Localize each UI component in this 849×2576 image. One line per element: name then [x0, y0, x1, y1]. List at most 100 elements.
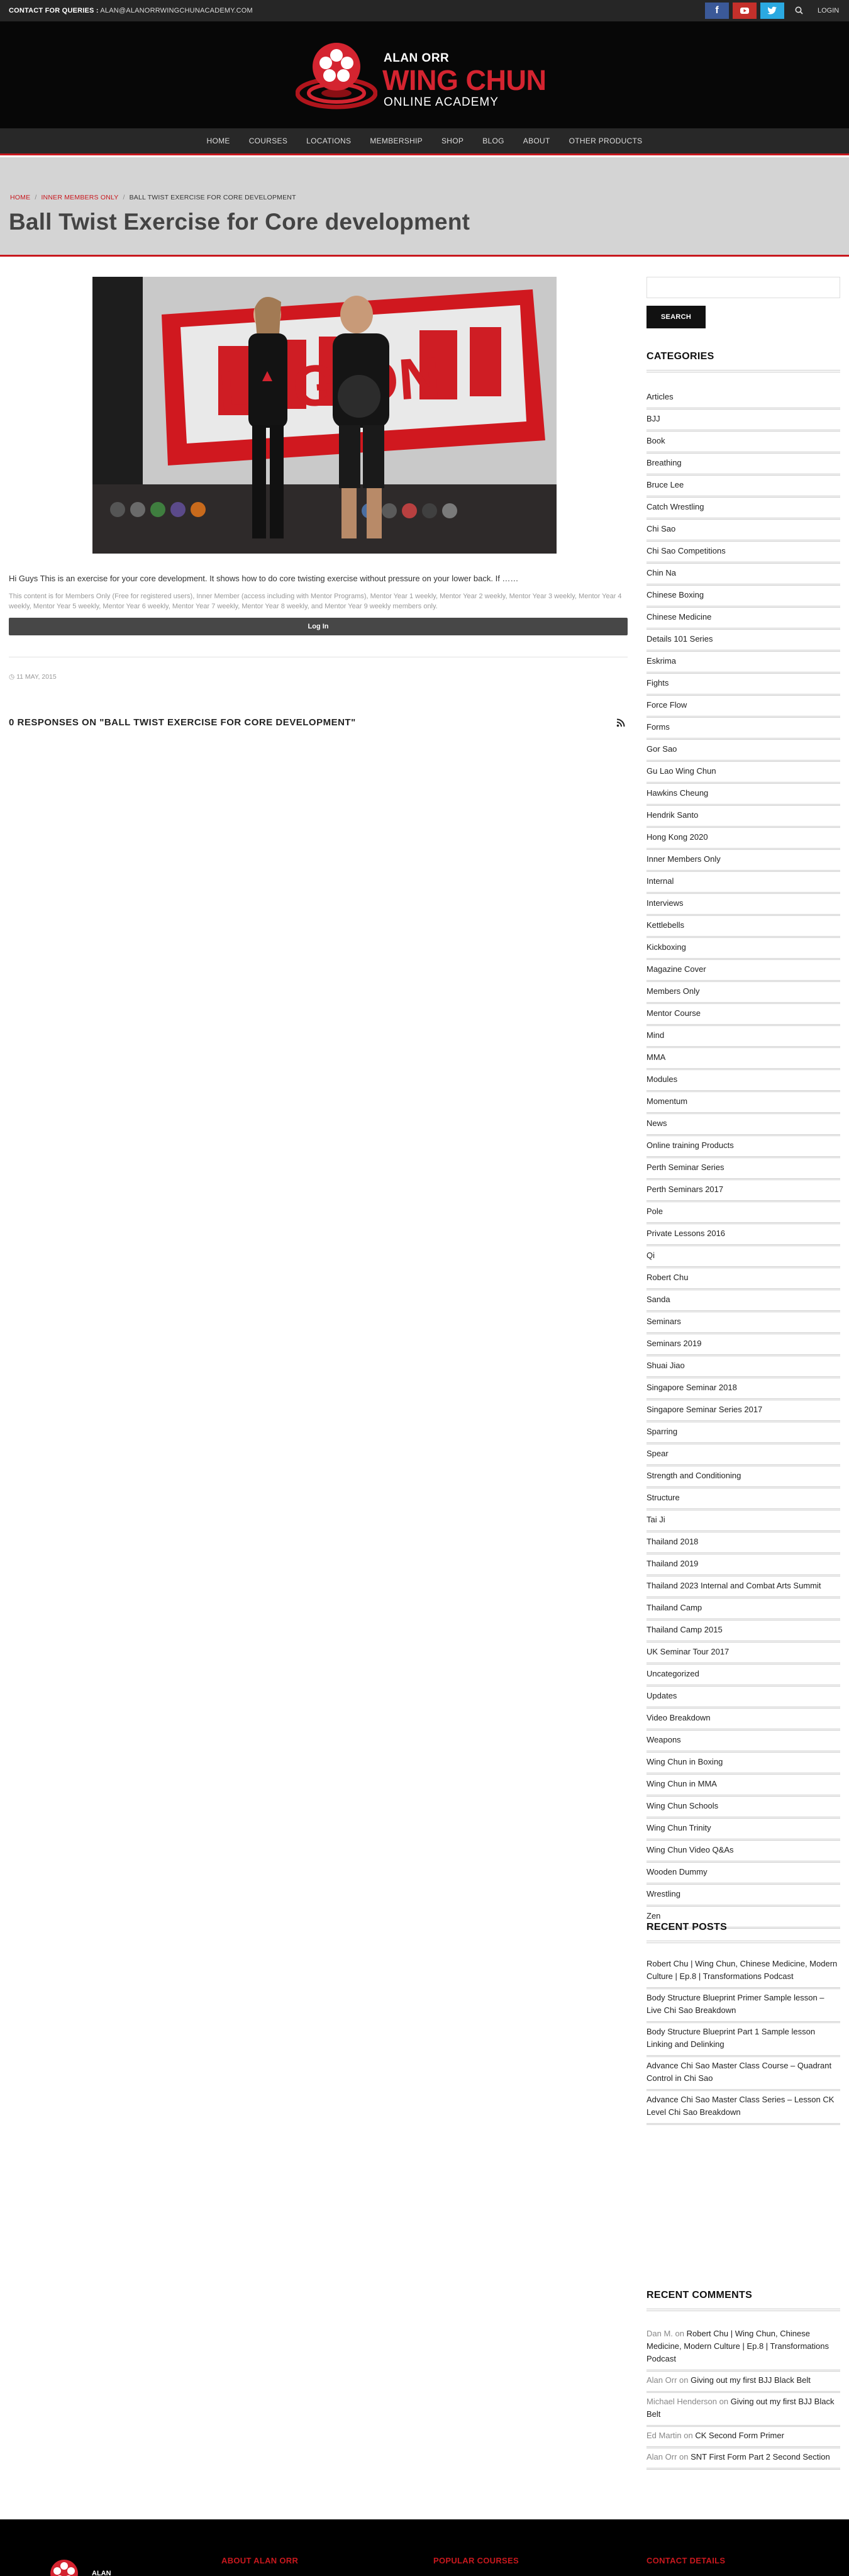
twitter-icon[interactable]: [760, 3, 784, 19]
category-item[interactable]: Wing Chun in Boxing: [646, 1753, 840, 1775]
recent-post-item[interactable]: Advance Chi Sao Master Class Course – Qu…: [646, 2057, 840, 2091]
category-item[interactable]: Private Lessons 2016: [646, 1224, 840, 1246]
nav-about[interactable]: ABOUT: [523, 137, 550, 145]
sidebar-search-input[interactable]: [646, 277, 840, 298]
category-item[interactable]: Singapore Seminar Series 2017: [646, 1400, 840, 1422]
category-item[interactable]: Robert Chu: [646, 1268, 840, 1290]
recent-post-item[interactable]: Robert Chu | Wing Chun, Chinese Medicine…: [646, 1955, 840, 1989]
comment-author[interactable]: Ed Martin: [646, 2431, 682, 2440]
category-item[interactable]: Mentor Course: [646, 1004, 840, 1026]
category-item[interactable]: Online training Products: [646, 1136, 840, 1158]
nav-home[interactable]: HOME: [207, 137, 230, 145]
category-item[interactable]: Hawkins Cheung: [646, 784, 840, 806]
comment-post-link[interactable]: Robert Chu | Wing Chun, Chinese Medicine…: [646, 2329, 829, 2363]
recent-post-item[interactable]: Advance Chi Sao Master Class Series – Le…: [646, 2091, 840, 2125]
nav-blog[interactable]: BLOG: [482, 137, 504, 145]
category-item[interactable]: Gor Sao: [646, 740, 840, 762]
category-item[interactable]: Kettlebells: [646, 916, 840, 938]
comment-post-link[interactable]: SNT First Form Part 2 Second Section: [691, 2452, 830, 2462]
comment-author[interactable]: Dan M.: [646, 2329, 673, 2338]
category-item[interactable]: Singapore Seminar 2018: [646, 1378, 840, 1400]
category-item[interactable]: Sparring: [646, 1422, 840, 1444]
nav-other-products[interactable]: OTHER PRODUCTS: [569, 137, 643, 145]
login-link[interactable]: LOGIN: [818, 7, 839, 14]
category-item[interactable]: Fights: [646, 674, 840, 696]
category-item[interactable]: Hendrik Santo: [646, 806, 840, 828]
category-item[interactable]: Eskrima: [646, 652, 840, 674]
category-item[interactable]: Breathing: [646, 454, 840, 476]
category-item[interactable]: Perth Seminars 2017: [646, 1180, 840, 1202]
comment-author[interactable]: Alan Orr: [646, 2452, 677, 2462]
category-item[interactable]: Momentum: [646, 1092, 840, 1114]
category-item[interactable]: Hong Kong 2020: [646, 828, 840, 850]
category-item[interactable]: Book: [646, 432, 840, 454]
category-item[interactable]: Chinese Boxing: [646, 586, 840, 608]
category-item[interactable]: Catch Wrestling: [646, 498, 840, 520]
category-item[interactable]: Tai Ji: [646, 1510, 840, 1532]
category-item[interactable]: Chi Sao Competitions: [646, 542, 840, 564]
category-item[interactable]: Spear: [646, 1444, 840, 1466]
category-item[interactable]: Forms: [646, 718, 840, 740]
category-item[interactable]: Thailand Camp 2015: [646, 1620, 840, 1642]
category-item[interactable]: Video Breakdown: [646, 1709, 840, 1731]
nav-shop[interactable]: SHOP: [441, 137, 463, 145]
category-item[interactable]: BJJ: [646, 410, 840, 432]
category-item[interactable]: Thailand Camp: [646, 1598, 840, 1620]
youtube-icon[interactable]: [733, 3, 757, 19]
category-item[interactable]: Kickboxing: [646, 938, 840, 960]
category-item[interactable]: Chi Sao: [646, 520, 840, 542]
category-item[interactable]: Pole: [646, 1202, 840, 1224]
nav-courses[interactable]: COURSES: [249, 137, 287, 145]
category-item[interactable]: Strength and Conditioning: [646, 1466, 840, 1488]
nav-membership[interactable]: MEMBERSHIP: [370, 137, 423, 145]
category-item[interactable]: Modules: [646, 1070, 840, 1092]
search-icon[interactable]: [794, 5, 805, 16]
sidebar-search-button[interactable]: SEARCH: [646, 306, 706, 328]
category-item[interactable]: News: [646, 1114, 840, 1136]
category-item[interactable]: Mind: [646, 1026, 840, 1048]
category-item[interactable]: UK Seminar Tour 2017: [646, 1642, 840, 1664]
category-item[interactable]: Details 101 Series: [646, 630, 840, 652]
recent-post-item[interactable]: Body Structure Blueprint Primer Sample l…: [646, 1989, 840, 2023]
category-item[interactable]: MMA: [646, 1048, 840, 1070]
category-item[interactable]: Force Flow: [646, 696, 840, 718]
comment-author[interactable]: Alan Orr: [646, 2375, 677, 2385]
facebook-icon[interactable]: f: [705, 3, 729, 19]
category-item[interactable]: Seminars: [646, 1312, 840, 1334]
category-item[interactable]: Seminars 2019: [646, 1334, 840, 1356]
category-item[interactable]: Chin Na: [646, 564, 840, 586]
category-item[interactable]: Thailand 2023 Internal and Combat Arts S…: [646, 1576, 840, 1598]
category-item[interactable]: Qi: [646, 1246, 840, 1268]
breadcrumb-home[interactable]: HOME: [10, 194, 30, 201]
breadcrumb-parent[interactable]: INNER MEMBERS ONLY: [41, 194, 118, 201]
rss-icon[interactable]: [616, 718, 625, 727]
category-item[interactable]: Wing Chun Schools: [646, 1797, 840, 1819]
category-item[interactable]: Members Only: [646, 982, 840, 1004]
comment-post-link[interactable]: Giving out my first BJJ Black Belt: [691, 2375, 811, 2385]
category-item[interactable]: Wing Chun in MMA: [646, 1775, 840, 1797]
category-item[interactable]: Thailand 2018: [646, 1532, 840, 1554]
category-item[interactable]: Uncategorized: [646, 1664, 840, 1687]
category-item[interactable]: Inner Members Only: [646, 850, 840, 872]
category-item[interactable]: Internal: [646, 872, 840, 894]
category-item[interactable]: Chinese Medicine: [646, 608, 840, 630]
category-item[interactable]: Sanda: [646, 1290, 840, 1312]
comment-author[interactable]: Michael Henderson: [646, 2397, 717, 2406]
category-item[interactable]: Perth Seminar Series: [646, 1158, 840, 1180]
category-item[interactable]: Structure: [646, 1488, 840, 1510]
video-thumbnail[interactable]: LEGION: [92, 277, 557, 554]
category-item[interactable]: Shuai Jiao: [646, 1356, 840, 1378]
category-item[interactable]: Wing Chun Trinity: [646, 1819, 840, 1841]
site-logo[interactable]: ALAN ORR WING CHUN ONLINE ACADEMY: [296, 39, 553, 112]
category-item[interactable]: Bruce Lee: [646, 476, 840, 498]
category-item[interactable]: Wooden Dummy: [646, 1863, 840, 1885]
footer-logo[interactable]: ALAN ORR: [39, 2557, 127, 2576]
login-button[interactable]: Log In: [9, 618, 628, 635]
category-item[interactable]: Thailand 2019: [646, 1554, 840, 1576]
category-item[interactable]: Gu Lao Wing Chun: [646, 762, 840, 784]
category-item[interactable]: Wing Chun Video Q&As: [646, 1841, 840, 1863]
category-item[interactable]: Magazine Cover: [646, 960, 840, 982]
nav-locations[interactable]: LOCATIONS: [306, 137, 351, 145]
category-item[interactable]: Updates: [646, 1687, 840, 1709]
comment-post-link[interactable]: CK Second Form Primer: [695, 2431, 784, 2440]
